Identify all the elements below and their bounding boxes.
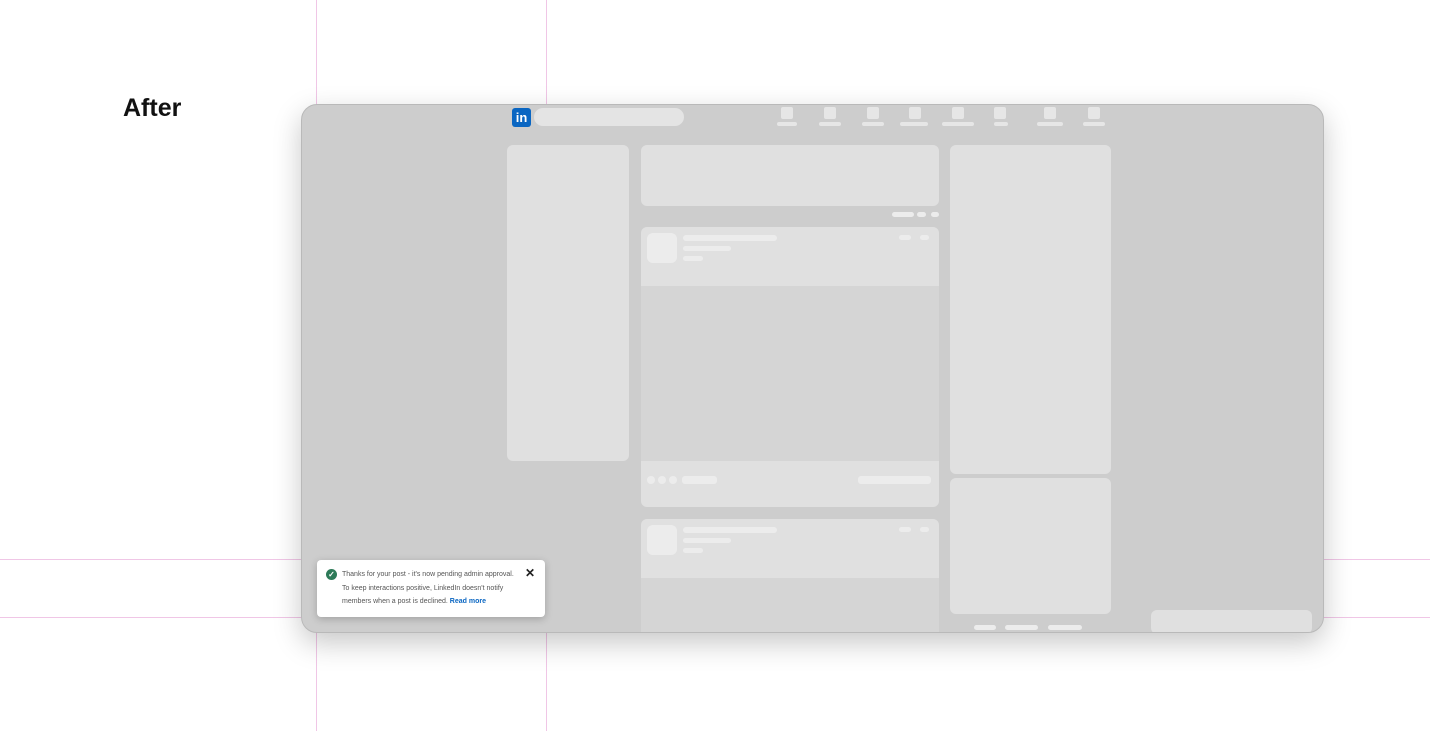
post-card-placeholder	[641, 519, 939, 632]
sort-placeholder	[917, 212, 926, 217]
text-placeholder	[683, 527, 777, 533]
menu-placeholder	[899, 527, 911, 532]
text-placeholder	[683, 538, 731, 543]
nav-icon-work[interactable]	[1044, 107, 1056, 119]
nav-label-placeholder	[777, 122, 797, 126]
text-placeholder	[683, 246, 731, 251]
nav-icon-notifications[interactable]	[952, 107, 964, 119]
nav-label-placeholder	[900, 122, 928, 126]
sort-placeholder	[892, 212, 914, 217]
search-input[interactable]	[534, 108, 684, 126]
sort-placeholder	[931, 212, 939, 217]
text-placeholder	[683, 256, 703, 261]
toast-message-line: To keep interactions positive, LinkedIn …	[342, 585, 504, 592]
nav-icon-messaging[interactable]	[909, 107, 921, 119]
footer-link-placeholder	[974, 625, 996, 630]
nav-icon-home[interactable]	[781, 107, 793, 119]
post-media-placeholder	[641, 286, 939, 461]
left-sidebar-placeholder	[507, 145, 629, 461]
toast-message-text: members when a post is declined.	[342, 598, 448, 605]
read-more-link[interactable]: Read more	[450, 598, 486, 605]
post-card-placeholder	[641, 227, 939, 507]
linkedin-logo[interactable]: in	[512, 108, 531, 127]
nav-label-placeholder	[862, 122, 884, 126]
menu-placeholder	[920, 235, 929, 240]
right-sidebar-placeholder	[950, 145, 1111, 474]
toast-message-line: Thanks for your post - it's now pending …	[342, 571, 514, 578]
nav-icon-me[interactable]	[994, 107, 1006, 119]
checkmark-icon: ✓	[326, 569, 337, 580]
menu-placeholder	[920, 527, 929, 532]
footer-link-placeholder	[1048, 625, 1082, 630]
share-box-placeholder[interactable]	[641, 145, 939, 206]
nav-label-placeholder	[1083, 122, 1105, 126]
text-placeholder	[683, 235, 777, 241]
post-media-placeholder	[641, 578, 939, 632]
text-placeholder	[858, 476, 931, 484]
avatar-placeholder	[647, 525, 677, 555]
toast-message-line-with-link: members when a post is declined. Read mo…	[342, 597, 486, 606]
reaction-placeholder	[647, 476, 655, 484]
reaction-placeholder	[669, 476, 677, 484]
nav-icon-network[interactable]	[824, 107, 836, 119]
reaction-placeholder	[658, 476, 666, 484]
nav-label-placeholder	[1037, 122, 1063, 126]
nav-label-placeholder	[994, 122, 1008, 126]
right-sidebar-placeholder	[950, 478, 1111, 614]
avatar-placeholder	[647, 233, 677, 263]
messaging-bar-placeholder[interactable]	[1151, 610, 1312, 632]
close-icon[interactable]: ✕	[524, 567, 536, 579]
nav-label-placeholder	[819, 122, 841, 126]
heading-after: After	[123, 94, 182, 122]
nav-label-placeholder	[942, 122, 974, 126]
text-placeholder	[683, 548, 703, 553]
toast-notification: ✓ Thanks for your post - it's now pendin…	[317, 560, 545, 617]
nav-icon-jobs[interactable]	[867, 107, 879, 119]
footer-link-placeholder	[1005, 625, 1038, 630]
browser-frame: in	[301, 104, 1324, 633]
text-placeholder	[682, 476, 717, 484]
menu-placeholder	[899, 235, 911, 240]
nav-icon-premium[interactable]	[1088, 107, 1100, 119]
